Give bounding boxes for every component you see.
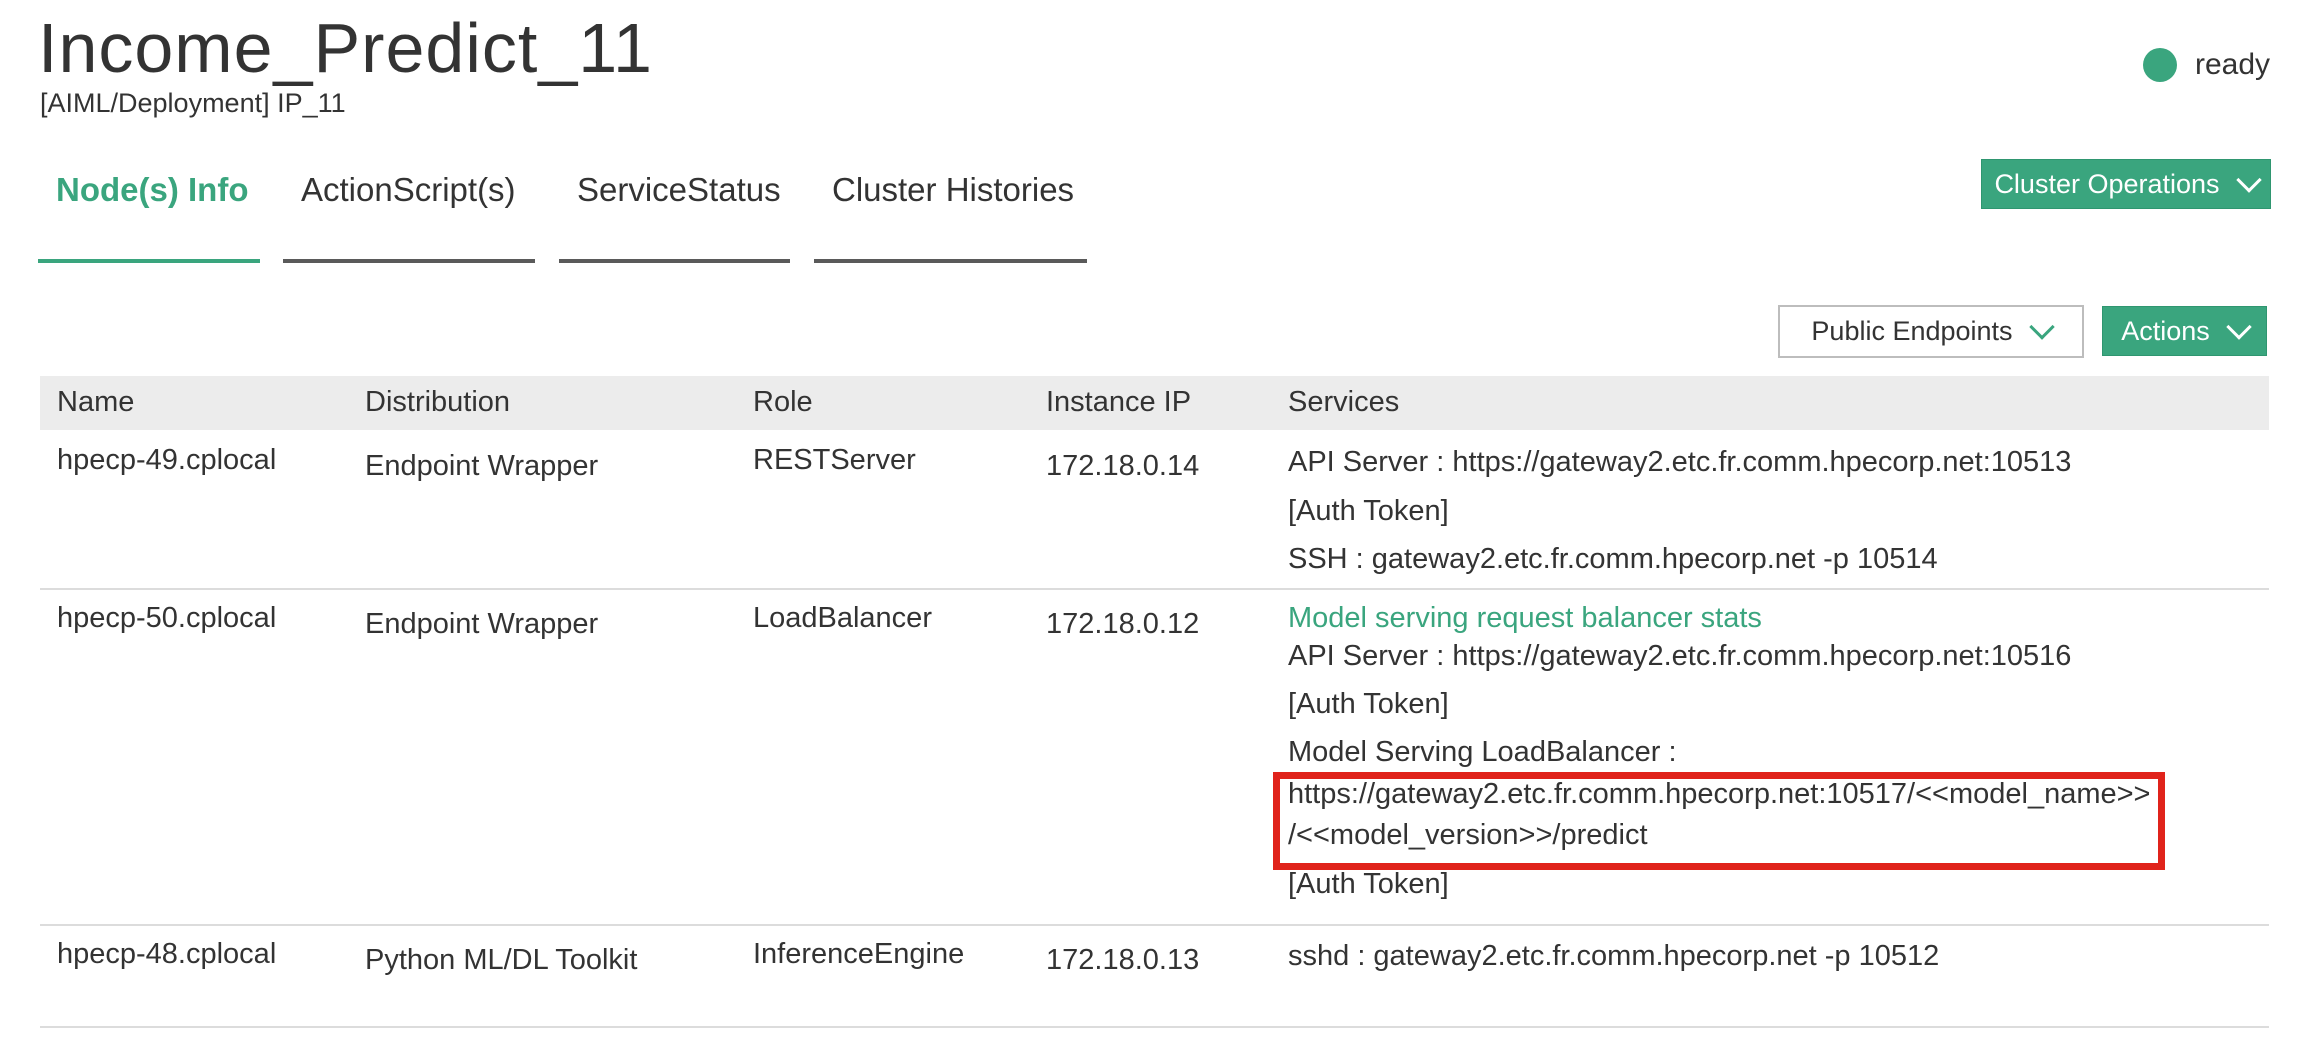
tab-actionscripts[interactable]: ActionScript(s): [283, 171, 535, 263]
cluster-operations-label: Cluster Operations: [1994, 168, 2220, 199]
chevron-down-icon: [2028, 314, 2055, 340]
tab-servicestatus[interactable]: ServiceStatus: [559, 171, 790, 263]
node-name: hpecp-49.cplocal: [57, 444, 277, 476]
node-role: InferenceEngine: [753, 938, 965, 970]
table-row: hpecp-49.cplocal Endpoint Wrapper RESTSe…: [40, 430, 2269, 590]
actions-label: Actions: [2121, 315, 2210, 346]
table-row: hpecp-48.cplocal Python ML/DL Toolkit In…: [40, 926, 2269, 1028]
public-endpoints-label: Public Endpoints: [1811, 316, 2013, 346]
service-sshd: sshd : gateway2.etc.fr.comm.hpecorp.net …: [1288, 940, 1940, 972]
status-text: ready: [2194, 48, 2270, 81]
nodes-table: Name Distribution Role Instance IP Servi…: [40, 376, 2269, 1028]
public-endpoints-dropdown[interactable]: Public Endpoints: [1778, 305, 2084, 358]
auth-token-link[interactable]: [Auth Token]: [1288, 495, 1449, 528]
auth-token-link[interactable]: [Auth Token]: [1288, 868, 1449, 901]
service-model-serving-lb: Model Serving LoadBalancer :: [1288, 736, 1677, 768]
col-instance-ip: Instance IP: [1046, 386, 1192, 418]
balancer-stats-link[interactable]: Model serving request balancer stats: [1288, 602, 1762, 635]
node-distribution: Python ML/DL Toolkit: [365, 944, 638, 976]
service-ssh: SSH : gateway2.etc.fr.comm.hpecorp.net -…: [1288, 543, 1938, 575]
status-dot-icon: [2142, 48, 2177, 82]
node-ip: 172.18.0.13: [1046, 944, 1200, 976]
table-header: Name Distribution Role Instance IP Servi…: [40, 376, 2269, 430]
col-distribution: Distribution: [365, 386, 511, 418]
auth-token-link[interactable]: [Auth Token]: [1288, 688, 1449, 721]
node-distribution: Endpoint Wrapper: [365, 450, 599, 482]
tab-cluster-histories[interactable]: Cluster Histories: [814, 171, 1087, 263]
page-title: Income_Predict_11: [38, 9, 653, 87]
chevron-down-icon: [2226, 313, 2252, 340]
node-distribution: Endpoint Wrapper: [365, 608, 599, 640]
chevron-down-icon: [2235, 166, 2262, 193]
table-row: hpecp-50.cplocal Endpoint Wrapper LoadBa…: [40, 590, 2269, 926]
service-api-server: API Server : https://gateway2.etc.fr.com…: [1288, 446, 2072, 478]
col-name: Name: [57, 386, 135, 418]
page-subtitle: [AIML/Deployment] IP_11: [40, 88, 346, 118]
node-role: RESTServer: [753, 444, 916, 476]
node-ip: 172.18.0.14: [1046, 450, 1200, 482]
actions-button[interactable]: Actions: [2102, 306, 2267, 356]
tab-nodes-info[interactable]: Node(s) Info: [38, 171, 260, 263]
col-services: Services: [1288, 386, 1400, 418]
col-role: Role: [753, 386, 813, 418]
node-name: hpecp-50.cplocal: [57, 602, 277, 634]
cluster-operations-button[interactable]: Cluster Operations: [1981, 159, 2271, 209]
service-api-server: API Server : https://gateway2.etc.fr.com…: [1288, 640, 2072, 672]
lb-url-line2: /<<model_version>>/predict: [1288, 819, 1648, 851]
node-role: LoadBalancer: [753, 602, 932, 634]
lb-url-line1: https://gateway2.etc.fr.comm.hpecorp.net…: [1288, 778, 2151, 810]
status-indicator: ready: [2142, 48, 2270, 82]
node-name: hpecp-48.cplocal: [57, 938, 277, 970]
node-ip: 172.18.0.12: [1046, 608, 1200, 640]
